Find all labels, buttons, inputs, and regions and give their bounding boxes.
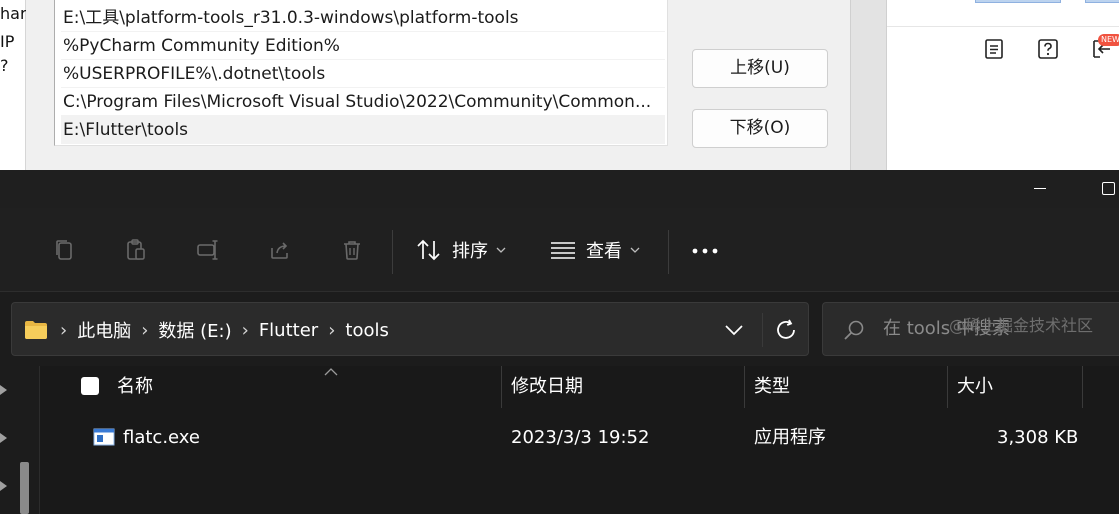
background-tab (1085, 0, 1119, 3)
file-list-area: 名称 修改日期 类型 大小 flatc.exe 2023/3/3 19:52 应… (0, 366, 1119, 514)
toolbar-separator (392, 230, 393, 274)
breadcrumb-separator: › (241, 319, 249, 341)
exe-file-icon (93, 428, 115, 446)
breadcrumb-separator: › (328, 319, 336, 341)
fragment-text-1: har (0, 4, 26, 23)
column-header-type[interactable]: 类型 (754, 366, 790, 408)
copy-icon[interactable] (52, 238, 76, 262)
column-header-name[interactable]: 名称 (117, 366, 153, 408)
file-explorer-window: 排序 查看 › 此电脑 › 数据 (E:) › Flutter › tools … (0, 170, 1119, 514)
table-row[interactable]: flatc.exe 2023/3/3 19:52 应用程序 3,308 KB (40, 418, 1119, 458)
path-item[interactable]: C:\Program Files\Microsoft Visual Studio… (61, 88, 665, 116)
select-all-checkbox[interactable] (81, 377, 99, 395)
folder-icon (25, 321, 47, 339)
divider (762, 313, 763, 347)
file-size: 3,308 KB (997, 427, 1079, 448)
dialog-left-margin (26, 0, 54, 170)
sort-button[interactable]: 排序 (416, 236, 506, 264)
minimize-icon[interactable] (1034, 188, 1046, 189)
breadcrumb-item[interactable]: Flutter (259, 320, 318, 341)
column-header-size[interactable]: 大小 (957, 366, 993, 408)
env-variable-dialog: har IP ? E:\工具\platform-tools_r31.0.3-wi… (0, 0, 1119, 170)
command-bar: 排序 查看 (0, 208, 1119, 292)
view-icon (551, 242, 575, 259)
breadcrumb-item[interactable]: tools (345, 320, 388, 341)
fragment-text-2: IP (0, 32, 15, 51)
breadcrumb: › 此电脑 › 数据 (E:) › Flutter › tools (24, 303, 389, 357)
column-divider[interactable] (1082, 366, 1083, 408)
watermark: @稀土掘金技术社区 (949, 316, 1094, 335)
background-tab (975, 0, 1061, 3)
scrollbar[interactable] (20, 462, 29, 514)
path-item[interactable]: E:\工具\platform-tools_r31.0.3-windows\pla… (61, 4, 665, 32)
path-list[interactable]: E:\工具\platform-tools_r31.0.3-windows\pla… (54, 0, 668, 146)
document-icon[interactable] (983, 38, 1005, 60)
sort-label: 排序 (452, 241, 488, 262)
file-modified: 2023/3/3 19:52 (511, 427, 650, 448)
background-window-fragment: har IP ? (0, 0, 26, 170)
column-divider[interactable] (501, 366, 502, 408)
expand-arrow-icon[interactable] (0, 481, 7, 491)
share-icon[interactable] (268, 238, 292, 262)
path-item[interactable]: %PyCharm Community Edition% (61, 32, 665, 60)
background-app-window: NEW (886, 0, 1119, 170)
paste-icon[interactable] (124, 238, 148, 262)
column-header-modified[interactable]: 修改日期 (511, 366, 583, 408)
file-name[interactable]: flatc.exe (123, 418, 200, 458)
move-down-button[interactable]: 下移(O) (692, 109, 828, 148)
fragment-text-3: ? (0, 56, 9, 75)
toolbar-separator (668, 230, 669, 274)
delete-icon[interactable] (340, 238, 364, 262)
move-up-button[interactable]: 上移(U) (692, 49, 828, 88)
divider (887, 26, 1119, 27)
sort-ascending-icon (324, 368, 338, 376)
path-item-selected[interactable]: E:\Flutter\tools (61, 116, 665, 144)
title-bar (0, 170, 1119, 208)
sort-icon (417, 239, 440, 261)
expand-arrow-icon[interactable] (0, 433, 7, 443)
breadcrumb-separator: › (141, 319, 149, 341)
maximize-icon[interactable] (1102, 182, 1115, 195)
path-item[interactable]: %USERPROFILE%\.dotnet\tools (61, 60, 665, 88)
rename-icon[interactable] (196, 238, 220, 262)
view-button[interactable]: 查看 (550, 236, 640, 264)
breadcrumb-item[interactable]: 此电脑 (77, 317, 131, 343)
search-icon (844, 320, 864, 340)
more-options-icon[interactable] (692, 248, 720, 254)
column-divider[interactable] (947, 366, 948, 408)
refresh-icon[interactable] (774, 318, 798, 342)
view-label: 查看 (586, 241, 622, 262)
dialog-edge (850, 0, 886, 170)
expand-arrow-icon[interactable] (0, 385, 7, 395)
help-icon[interactable] (1037, 38, 1059, 60)
navigation-pane (0, 366, 40, 514)
address-bar[interactable]: › 此电脑 › 数据 (E:) › Flutter › tools (11, 302, 809, 356)
column-divider[interactable] (744, 366, 745, 408)
new-badge: NEW (1098, 34, 1119, 46)
file-type: 应用程序 (754, 427, 826, 448)
chevron-down-icon (630, 247, 640, 253)
chevron-down-icon (496, 247, 506, 253)
column-header-row: 名称 修改日期 类型 大小 (40, 366, 1119, 408)
breadcrumb-item[interactable]: 数据 (E:) (158, 317, 231, 343)
breadcrumb-separator: › (60, 319, 68, 341)
chevron-down-icon[interactable] (724, 320, 744, 340)
